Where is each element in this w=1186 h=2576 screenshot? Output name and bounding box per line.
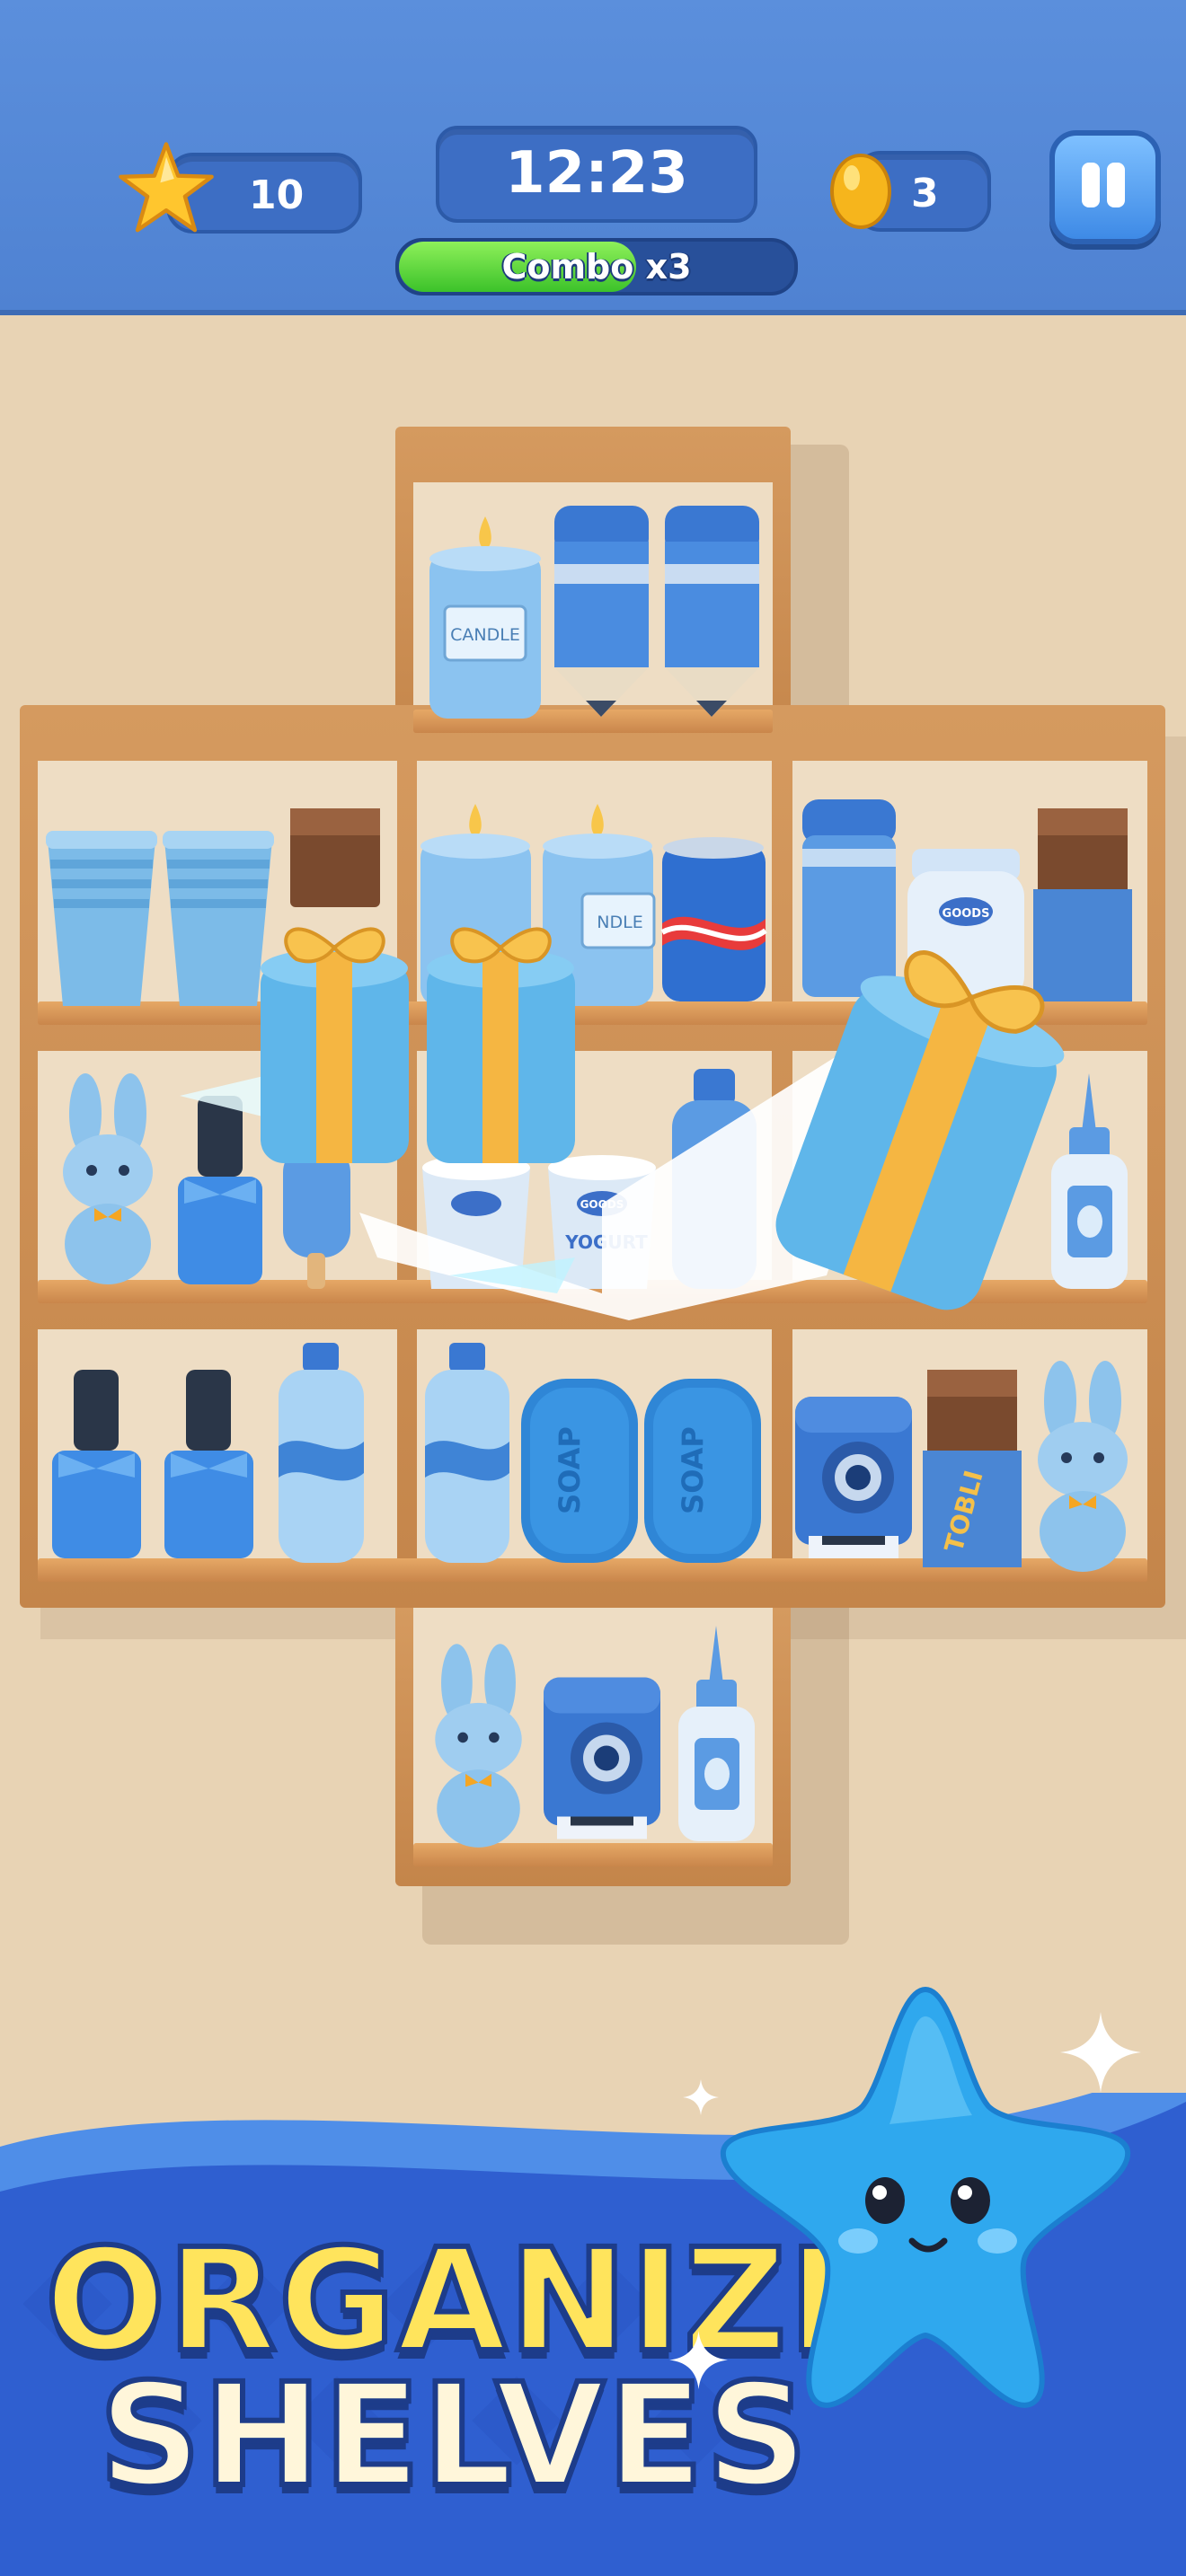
sparkle-icon xyxy=(1060,2012,1141,2093)
pause-button[interactable] xyxy=(1049,130,1161,244)
candle-label: NDLE xyxy=(597,913,642,932)
golden-egg-icon xyxy=(830,154,891,229)
bunny-plush-item[interactable] xyxy=(418,1644,539,1852)
water-bottle-item[interactable] xyxy=(270,1338,373,1567)
combo-label: Combo x3 xyxy=(501,247,692,287)
nail-polish-item[interactable] xyxy=(45,1365,148,1563)
gift-box-item[interactable] xyxy=(746,907,1105,1338)
instant-camera-item[interactable] xyxy=(791,1392,916,1563)
gift-box-item[interactable] xyxy=(252,889,418,1168)
soap-label: SOAP xyxy=(553,1426,587,1514)
pause-icon xyxy=(1055,136,1155,239)
glue-bottle-item[interactable] xyxy=(669,1617,764,1850)
sparkle-icon xyxy=(683,2079,719,2115)
candle-label: CANDLE xyxy=(450,625,520,645)
star-icon xyxy=(119,142,214,233)
soap-bar-item[interactable]: SOAP xyxy=(640,1374,766,1567)
gift-box-item[interactable] xyxy=(418,889,584,1168)
egg-count: 3 xyxy=(911,171,939,216)
timer-text: 12:23 xyxy=(505,140,688,207)
water-bottle-item[interactable] xyxy=(418,1338,517,1567)
star-count: 10 xyxy=(249,172,305,218)
paper-cups-item[interactable] xyxy=(43,822,160,1010)
sparkle-icon xyxy=(669,2331,728,2389)
timer-box: 12:23 xyxy=(436,126,757,223)
bunny-plush-item[interactable] xyxy=(45,1073,171,1289)
candle-item[interactable]: CANDLE xyxy=(422,512,548,723)
bunny-plush-item[interactable] xyxy=(1020,1361,1146,1576)
instant-camera-item[interactable] xyxy=(539,1666,665,1850)
combo-meter: Combo x3 xyxy=(395,238,798,296)
soap-bar-item[interactable]: SOAP xyxy=(517,1374,642,1567)
soap-label: SOAP xyxy=(676,1426,710,1514)
pencil-item[interactable] xyxy=(550,501,653,721)
pencil-item[interactable] xyxy=(660,501,764,721)
nail-polish-item[interactable] xyxy=(157,1365,261,1563)
tobli-chocolate-item[interactable]: TOBLI xyxy=(918,1365,1026,1572)
